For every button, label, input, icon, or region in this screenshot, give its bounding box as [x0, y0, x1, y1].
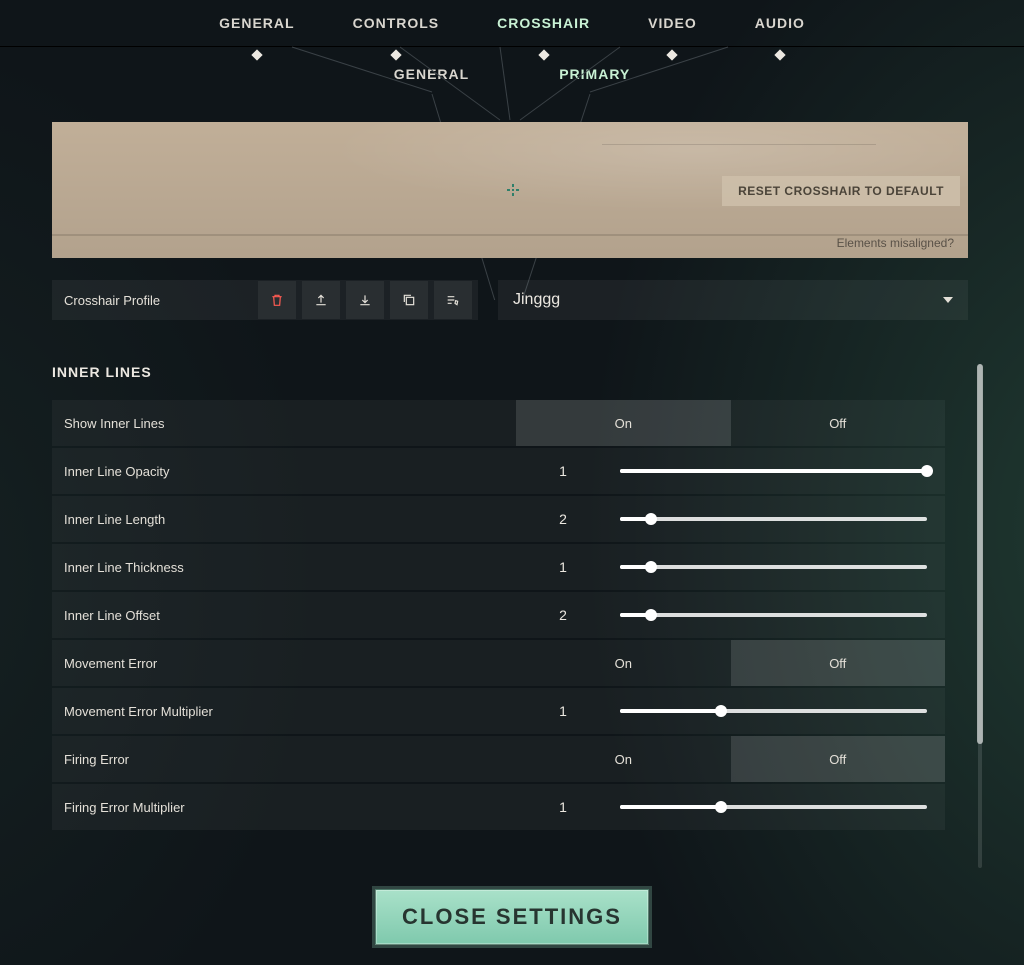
tab-crosshair[interactable]: CROSSHAIR: [497, 15, 590, 31]
reset-crosshair-button[interactable]: RESET CROSSHAIR TO DEFAULT: [722, 176, 960, 206]
edit-profile-button[interactable]: [434, 281, 472, 319]
tab-controls[interactable]: CONTROLS: [353, 15, 440, 31]
setting-controls: 2: [516, 592, 945, 638]
setting-label: Firing Error Multiplier: [52, 800, 516, 815]
slider-thumb[interactable]: [645, 561, 657, 573]
slider-track[interactable]: [620, 469, 927, 473]
setting-controls: 1: [516, 448, 945, 494]
slider-value: 2: [516, 496, 610, 542]
chevron-down-icon: [943, 297, 953, 303]
setting-row-offset: Inner Line Offset2: [52, 592, 945, 638]
slider-track[interactable]: [620, 709, 927, 713]
slider-thumb[interactable]: [645, 609, 657, 621]
setting-label: Inner Line Thickness: [52, 560, 516, 575]
delete-profile-button[interactable]: [258, 281, 296, 319]
slider-fill: [620, 805, 721, 809]
texture-line: [52, 234, 968, 236]
settings-rows: Show Inner LinesOnOffInner Line Opacity1…: [52, 400, 945, 830]
setting-label: Firing Error: [52, 752, 516, 767]
setting-label: Show Inner Lines: [52, 416, 516, 431]
subtab-primary[interactable]: PRIMARY: [559, 66, 630, 82]
slider-cell: [610, 448, 945, 494]
copy-profile-button[interactable]: [390, 281, 428, 319]
toggle-off[interactable]: Off: [731, 640, 946, 686]
setting-label: Movement Error: [52, 656, 516, 671]
setting-row-opacity: Inner Line Opacity1: [52, 448, 945, 494]
sub-tabs: GENERAL PRIMARY: [0, 66, 1024, 82]
upload-icon: [313, 292, 329, 308]
toggle-off[interactable]: Off: [731, 400, 946, 446]
scrollbar[interactable]: [978, 364, 982, 868]
slider-cell: [610, 496, 945, 542]
close-settings-button[interactable]: CLOSE SETTINGS: [375, 889, 649, 945]
toggle-on[interactable]: On: [516, 736, 731, 782]
texture-line: [602, 144, 877, 145]
export-profile-button[interactable]: [302, 281, 340, 319]
slider-thumb[interactable]: [921, 465, 933, 477]
slider-thumb[interactable]: [715, 801, 727, 813]
setting-controls: 2: [516, 496, 945, 542]
slider-track[interactable]: [620, 805, 927, 809]
profile-label: Crosshair Profile: [52, 293, 258, 308]
settings-scroll-area: INNER LINES Show Inner LinesOnOffInner L…: [52, 364, 968, 868]
scrollbar-thumb[interactable]: [977, 364, 983, 744]
section-title: INNER LINES: [52, 364, 968, 380]
slider-cell: [610, 592, 945, 638]
profile-dropdown[interactable]: Jinggg: [498, 280, 968, 320]
slider-value: 1: [516, 784, 610, 830]
download-icon: [357, 292, 373, 308]
slider-cell: [610, 544, 945, 590]
crosshair-preview: RESET CROSSHAIR TO DEFAULT Elements misa…: [52, 122, 968, 258]
profile-toolbar: Crosshair Profile: [52, 280, 478, 320]
slider-cell: [610, 784, 945, 830]
misaligned-link[interactable]: Elements misaligned?: [837, 236, 954, 250]
slider-fill: [620, 709, 721, 713]
slider-track[interactable]: [620, 517, 927, 521]
slider-thumb[interactable]: [645, 513, 657, 525]
toggle-on[interactable]: On: [516, 640, 731, 686]
setting-label: Inner Line Length: [52, 512, 516, 527]
slider-thumb[interactable]: [715, 705, 727, 717]
trash-icon: [269, 292, 285, 308]
setting-label: Inner Line Opacity: [52, 464, 516, 479]
setting-label: Inner Line Offset: [52, 608, 516, 623]
slider-track[interactable]: [620, 613, 927, 617]
toggle-off[interactable]: Off: [731, 736, 946, 782]
tab-video[interactable]: VIDEO: [648, 15, 697, 31]
slider-value: 1: [516, 688, 610, 734]
slider-value: 1: [516, 448, 610, 494]
slider-value: 2: [516, 592, 610, 638]
subtab-general[interactable]: GENERAL: [394, 66, 469, 82]
setting-row-firingError: Firing ErrorOnOff: [52, 736, 945, 782]
slider-track[interactable]: [620, 565, 927, 569]
setting-row-length: Inner Line Length2: [52, 496, 945, 542]
setting-controls: 1: [516, 784, 945, 830]
setting-controls: OnOff: [516, 400, 945, 446]
setting-controls: OnOff: [516, 640, 945, 686]
setting-row-show: Show Inner LinesOnOff: [52, 400, 945, 446]
tab-audio[interactable]: AUDIO: [755, 15, 805, 31]
setting-controls: 1: [516, 544, 945, 590]
setting-row-firingErrorMult: Firing Error Multiplier1: [52, 784, 945, 830]
content-area: RESET CROSSHAIR TO DEFAULT Elements misa…: [52, 122, 968, 868]
import-profile-button[interactable]: [346, 281, 384, 319]
setting-row-movementError: Movement ErrorOnOff: [52, 640, 945, 686]
primary-tabs: GENERAL CONTROLS CROSSHAIR VIDEO AUDIO: [0, 0, 1024, 47]
setting-row-movementErrorMult: Movement Error Multiplier1: [52, 688, 945, 734]
setting-row-thickness: Inner Line Thickness1: [52, 544, 945, 590]
toggle-on[interactable]: On: [516, 400, 731, 446]
crosshair-icon: [507, 184, 519, 196]
profile-selected-value: Jinggg: [513, 291, 560, 309]
profile-row: Crosshair Profile Jinggg: [52, 280, 968, 320]
edit-list-icon: [445, 292, 461, 308]
setting-controls: 1: [516, 688, 945, 734]
setting-controls: OnOff: [516, 736, 945, 782]
setting-label: Movement Error Multiplier: [52, 704, 516, 719]
slider-fill: [620, 469, 927, 473]
slider-cell: [610, 688, 945, 734]
tab-general[interactable]: GENERAL: [219, 15, 294, 31]
slider-value: 1: [516, 544, 610, 590]
copy-icon: [401, 292, 417, 308]
